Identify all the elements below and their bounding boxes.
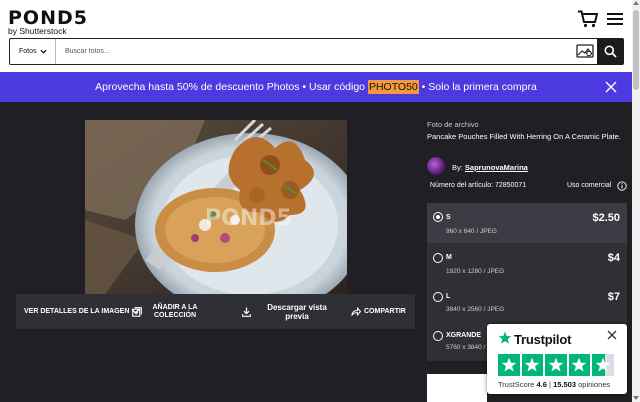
site-header: POND5 by Shutterstock Fotos <box>0 0 632 72</box>
page-scrollbar[interactable] <box>632 0 640 402</box>
size-name: L <box>446 293 451 300</box>
size-name: S <box>446 214 451 221</box>
chevron-down-icon <box>40 49 47 54</box>
radio-button[interactable] <box>433 253 443 263</box>
trustpilot-stars <box>498 354 616 376</box>
avatar[interactable] <box>427 157 445 175</box>
review-count: 15.503 <box>553 380 577 389</box>
scroll-up-arrow[interactable] <box>633 1 639 5</box>
asset-type: Foto de archivo <box>427 120 479 129</box>
size-option-m[interactable]: M 1920 x 1280 / JPEG $4 <box>427 243 627 283</box>
item-number: Número del artículo: 72850071 <box>430 182 527 189</box>
radio-button[interactable] <box>433 292 443 302</box>
view-details-label: VER DETALLES DE LA IMAGEN <box>24 308 130 315</box>
photo-illustration: POND5 <box>85 120 347 294</box>
license-type: Uso comercial <box>567 182 612 189</box>
share-icon <box>351 307 361 316</box>
author-row: By: SaprunovaMarina <box>427 157 627 177</box>
trustscore-text: TrustScore 4.6 | 15.503 opiniones <box>498 380 610 389</box>
image-title: Pancake Pouches Filled With Herring On A… <box>427 132 621 141</box>
size-option-l[interactable]: L 3840 x 2560 / JPEG $7 <box>427 283 627 323</box>
review-count-label: opiniones <box>578 380 611 389</box>
author-byline: By: SaprunovaMarina <box>452 163 528 172</box>
trustpilot-widget[interactable]: Trustpilot TrustScore 4.6 | 15.503 opini… <box>487 324 627 394</box>
collection-add-icon <box>132 306 142 317</box>
radio-button[interactable] <box>433 331 443 341</box>
search-button[interactable] <box>597 38 624 65</box>
search-input[interactable] <box>65 44 565 59</box>
size-name: XGRANDE <box>446 332 482 339</box>
search-icon <box>604 45 617 58</box>
trustscore-separator: | <box>549 380 551 389</box>
add-to-collection-button[interactable]: AÑADIR A LA COLECCIÓN <box>132 294 212 329</box>
image-info: Foto de archivo Pancake Pouches Filled W… <box>427 120 627 142</box>
image-action-bar: VER DETALLES DE LA IMAGEN AÑADIR A LA CO… <box>16 294 415 329</box>
promo-code: PHOTO50 <box>367 80 419 94</box>
search-category-dropdown[interactable]: Fotos <box>10 39 56 64</box>
promo-text: Aprovecha hasta 50% de descuento Photos … <box>0 72 632 102</box>
close-icon[interactable] <box>605 81 617 93</box>
scrollbar-thumb[interactable] <box>633 10 639 90</box>
search-bar: Fotos <box>9 38 624 65</box>
trustscore-value: 4.6 <box>536 380 547 389</box>
view-details-button[interactable]: VER DETALLES DE LA IMAGEN <box>24 294 148 329</box>
cart-icon[interactable] <box>578 10 598 28</box>
download-icon <box>242 307 251 317</box>
trustscore-label: TrustScore <box>498 380 535 389</box>
add-to-collection-label: AÑADIR A LA COLECCIÓN <box>152 303 198 319</box>
share-button[interactable]: COMPARTIR <box>351 294 411 329</box>
trustpilot-star <box>498 354 520 376</box>
stock-photo-preview[interactable]: POND5 <box>85 120 347 294</box>
download-preview-button[interactable]: Descargar vista previa <box>242 294 342 329</box>
size-spec: 960 x 640 / JPEG <box>446 228 497 235</box>
close-icon[interactable] <box>607 330 617 340</box>
size-spec: 1920 x 1280 / JPEG <box>446 268 505 275</box>
size-price: $7 <box>607 291 620 303</box>
trustpilot-star <box>545 354 567 376</box>
trustpilot-star <box>521 354 543 376</box>
info-icon[interactable] <box>617 181 627 191</box>
author-link[interactable]: SaprunovaMarina <box>465 163 528 172</box>
promo-text-after: • Solo la primera compra <box>418 81 537 93</box>
size-price: $2.50 <box>592 212 620 224</box>
visual-search-icon[interactable] <box>576 44 594 58</box>
download-preview-label: Descargar vista previa <box>267 302 327 321</box>
radio-button[interactable] <box>433 212 443 222</box>
logo-subtitle: by Shutterstock <box>8 26 67 36</box>
cart-panel-edge <box>427 374 487 402</box>
search-category-label: Fotos <box>19 48 37 55</box>
size-price: $4 <box>607 252 620 264</box>
promo-text-before: Aprovecha hasta 50% de descuento Photos … <box>95 81 368 93</box>
trustpilot-star <box>568 354 590 376</box>
promo-banner: Aprovecha hasta 50% de descuento Photos … <box>0 72 632 102</box>
menu-icon[interactable] <box>607 13 623 25</box>
author-by-label: By: <box>452 163 465 172</box>
trustpilot-star-icon <box>498 331 512 344</box>
share-label: COMPARTIR <box>364 308 406 315</box>
size-option-s[interactable]: S 960 x 640 / JPEG $2.50 <box>427 203 627 243</box>
image-watermark: POND5 <box>205 206 292 231</box>
size-name: M <box>446 254 452 261</box>
trustpilot-star-partial <box>592 354 614 376</box>
size-spec: 3840 x 2560 / JPEG <box>446 306 505 313</box>
scroll-down-arrow[interactable] <box>633 396 639 400</box>
trustpilot-brand: Trustpilot <box>514 332 572 347</box>
